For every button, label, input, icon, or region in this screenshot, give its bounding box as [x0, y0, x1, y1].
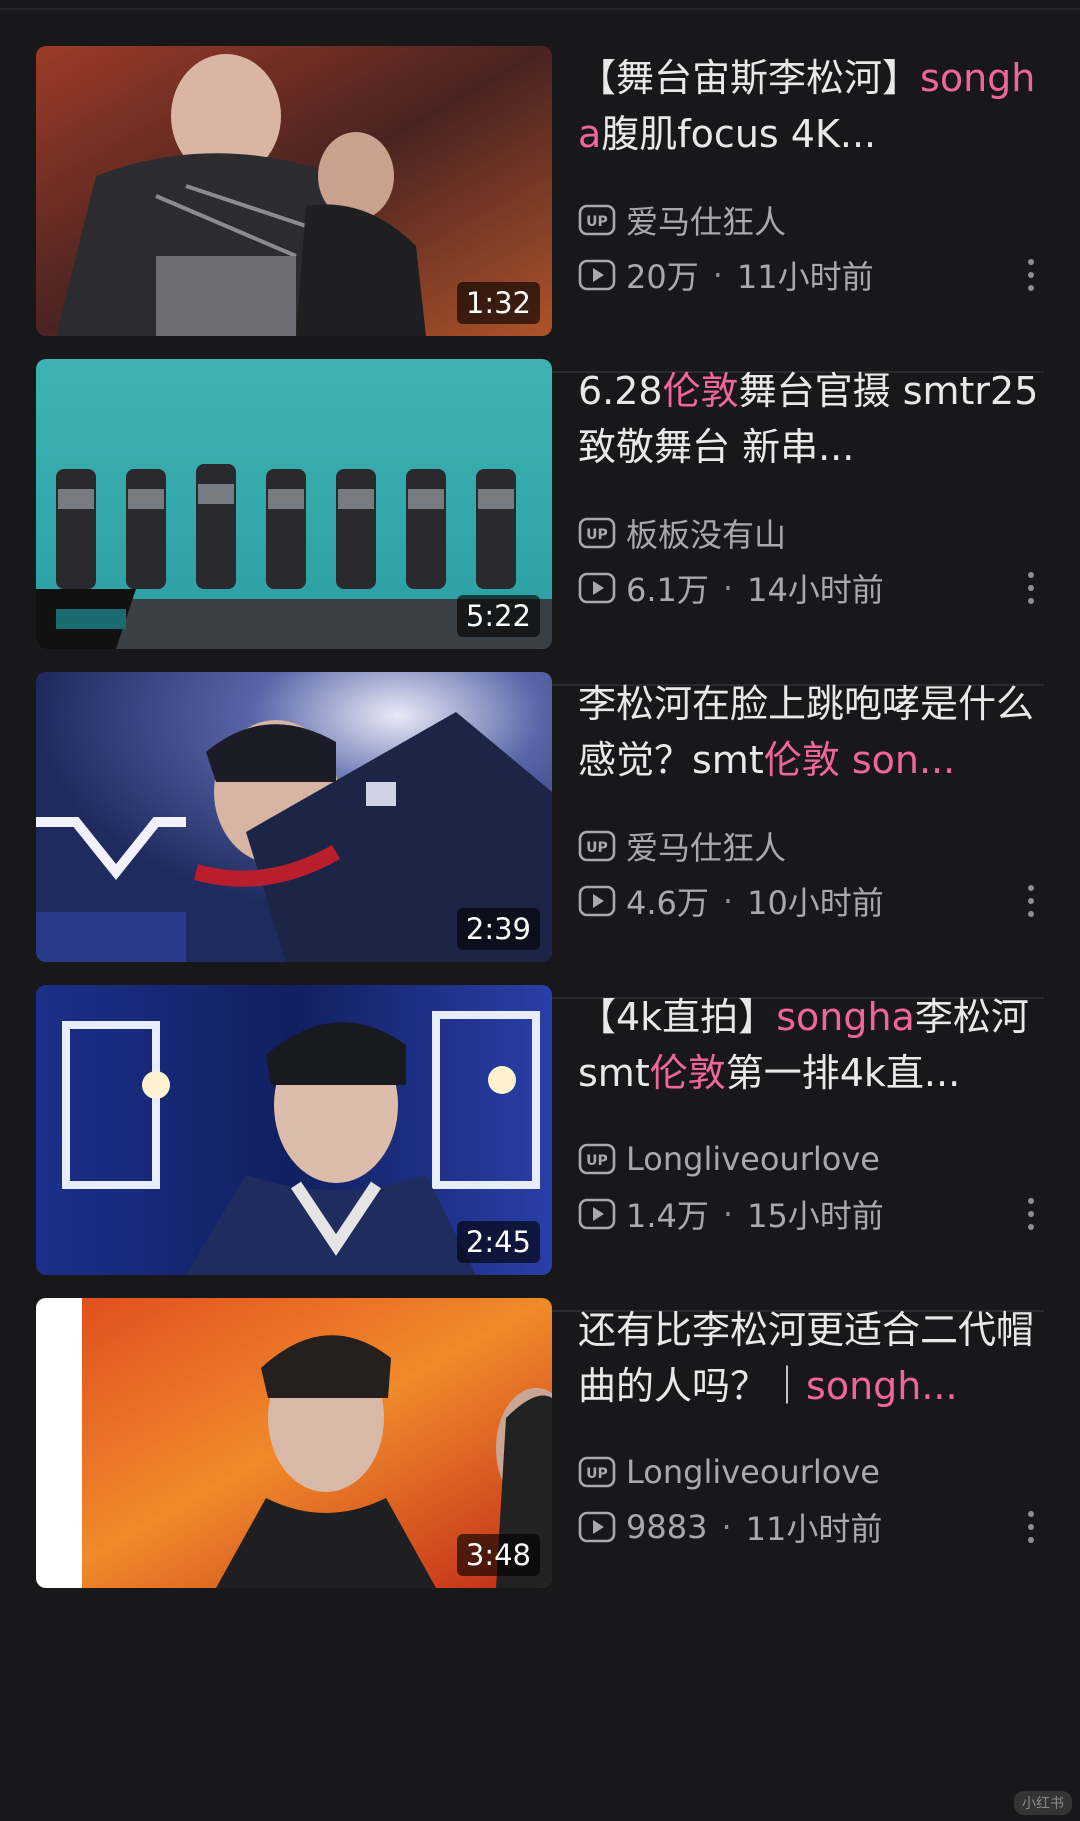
uploader-name: 爱马仕狂人	[626, 829, 787, 867]
uploader-name: 爱马仕狂人	[626, 203, 787, 241]
stats-row: 20万 · 11小时前	[578, 255, 874, 296]
title-text: 【4k直拍】	[578, 995, 777, 1039]
upload-time: 11小时前	[736, 258, 874, 296]
svg-text:UP: UP	[586, 1153, 608, 1169]
play-count-icon	[578, 572, 616, 604]
uploader-row[interactable]: UP 爱马仕狂人	[578, 200, 787, 241]
upload-time: 10小时前	[747, 884, 884, 922]
video-title[interactable]: 【4k直拍】songha李松河smt伦敦第一排4k直...	[578, 989, 1040, 1101]
up-badge-icon: UP	[578, 1456, 616, 1488]
stats-row: 9883 · 11小时前	[578, 1507, 883, 1548]
upload-time: 14小时前	[747, 571, 884, 609]
up-badge-icon: UP	[578, 1143, 616, 1175]
more-vertical-icon[interactable]	[1020, 1507, 1042, 1547]
play-count-icon	[578, 1511, 616, 1543]
uploader-row[interactable]: UP Longliveourlove	[578, 1139, 880, 1179]
uploader-row[interactable]: UP 爱马仕狂人	[578, 826, 787, 867]
uploader-row[interactable]: UP 板板没有山	[578, 513, 787, 554]
upload-time: 11小时前	[745, 1510, 883, 1548]
title-keyword-highlight: songha	[776, 995, 915, 1039]
view-count: 1.4万	[626, 1197, 709, 1235]
video-card[interactable]: 2:39 李松河在脸上跳咆哮是什么感觉？smt伦敦 son... UP 爱马仕狂人 …	[0, 626, 1080, 989]
video-card[interactable]: 5:22 6.28伦敦舞台官摄 smtr25 致敬舞台 新串... UP 板板没有山…	[0, 313, 1080, 676]
play-count-icon	[578, 259, 616, 291]
uploader-name: Longliveourlove	[626, 1140, 880, 1178]
title-keyword-highlight: son...	[839, 738, 956, 782]
more-vertical-icon[interactable]	[1020, 255, 1042, 295]
video-card[interactable]: 1:32 【舞台宙斯李松河】songha腹肌focus 4K... UP 爱马仕狂人…	[0, 0, 1080, 363]
uploader-name: 板板没有山	[626, 516, 787, 554]
view-count: 4.6万	[626, 884, 709, 922]
svg-text:UP: UP	[586, 840, 608, 856]
stats-row: 6.1万 · 14小时前	[578, 568, 884, 609]
title-keyword-highlight: songh...	[806, 1364, 958, 1408]
meta-separator: ·	[721, 1508, 732, 1546]
watermark: 小红书	[1014, 1791, 1072, 1815]
video-thumbnail[interactable]: 2:39	[36, 672, 552, 962]
title-keyword-highlight: 伦敦	[649, 1051, 726, 1095]
play-count-icon	[578, 1198, 616, 1230]
meta-separator: ·	[712, 256, 723, 294]
view-count: 9883	[626, 1508, 708, 1546]
video-thumbnail[interactable]: 2:45	[36, 985, 552, 1275]
video-title[interactable]: 李松河在脸上跳咆哮是什么感觉？smt伦敦 son...	[578, 676, 1040, 788]
more-vertical-icon[interactable]	[1020, 881, 1042, 921]
video-card[interactable]: 3:48 还有比李松河更适合二代帽曲的人吗？｜songh... UP Longliv…	[0, 1252, 1080, 1615]
up-badge-icon: UP	[578, 204, 616, 236]
upload-time: 15小时前	[747, 1197, 884, 1235]
video-duration: 3:48	[456, 1534, 540, 1576]
title-text: 第一排4k直...	[725, 1051, 961, 1095]
play-count-icon	[578, 885, 616, 917]
svg-text:UP: UP	[586, 214, 608, 230]
title-text: 腹肌focus 4K...	[601, 112, 877, 156]
up-badge-icon: UP	[578, 517, 616, 549]
more-vertical-icon[interactable]	[1020, 568, 1042, 608]
video-thumbnail[interactable]: 5:22	[36, 359, 552, 649]
view-count: 6.1万	[626, 571, 709, 609]
title-text: 【舞台宙斯李松河】	[578, 56, 921, 100]
stats-row: 1.4万 · 15小时前	[578, 1194, 884, 1235]
video-card[interactable]: 2:45 【4k直拍】songha李松河smt伦敦第一排4k直... UP Long…	[0, 939, 1080, 1302]
svg-text:UP: UP	[586, 527, 608, 543]
view-count: 20万	[626, 258, 699, 296]
meta-separator: ·	[722, 569, 734, 607]
stats-row: 4.6万 · 10小时前	[578, 881, 884, 922]
svg-text:UP: UP	[586, 1466, 608, 1482]
video-thumbnail[interactable]: 3:48	[36, 1298, 552, 1588]
title-keyword-highlight: 伦敦	[662, 369, 739, 413]
uploader-row[interactable]: UP Longliveourlove	[578, 1452, 880, 1492]
meta-separator: ·	[722, 1195, 734, 1233]
video-title[interactable]: 还有比李松河更适合二代帽曲的人吗？｜songh...	[578, 1302, 1040, 1414]
video-title[interactable]: 【舞台宙斯李松河】songha腹肌focus 4K...	[578, 50, 1040, 162]
title-text: 6.28	[578, 369, 663, 413]
more-vertical-icon[interactable]	[1020, 1194, 1042, 1234]
title-keyword-highlight: 伦敦	[763, 738, 840, 782]
video-title[interactable]: 6.28伦敦舞台官摄 smtr25 致敬舞台 新串...	[578, 363, 1040, 475]
video-thumbnail[interactable]: 1:32	[36, 46, 552, 336]
up-badge-icon: UP	[578, 830, 616, 862]
meta-separator: ·	[722, 882, 734, 920]
uploader-name: Longliveourlove	[626, 1453, 880, 1491]
